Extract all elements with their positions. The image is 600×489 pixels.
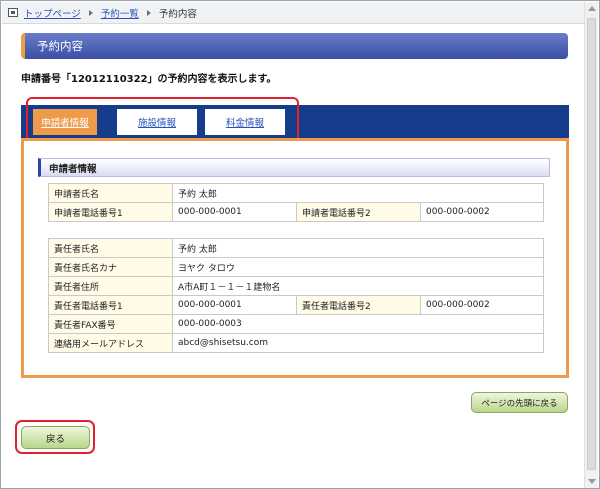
home-icon [8, 8, 18, 17]
responsible-fax-label: 責任者FAX番号 [48, 314, 173, 334]
tabs-highlight-box [26, 97, 299, 142]
applicant-name-label: 申請者氏名 [48, 183, 173, 203]
responsible-name-label: 責任者氏名 [48, 238, 173, 258]
responsible-phone2-label: 責任者電話番号2 [296, 295, 421, 315]
breadcrumb: トップページ 予約一覧 予約内容 [2, 2, 585, 24]
responsible-address-value: A市A町１－１－１建物名 [172, 276, 544, 296]
responsible-table: 責任者氏名 予約 太郎 責任者氏名カナ ヨヤク タロウ 責任者住所 A市A町１－… [48, 238, 544, 353]
applicant-phone1-value: 000-000-0001 [172, 202, 297, 222]
responsible-kana-value: ヨヤク タロウ [172, 257, 544, 277]
table-row: 連絡用メールアドレス abcd@shisetsu.com [48, 333, 544, 353]
content-panel: 申請者情報 申請者氏名 予約 太郎 申請者電話番号1 000-000-0001 … [21, 138, 569, 378]
vertical-scrollbar[interactable] [584, 2, 598, 488]
scroll-down-icon[interactable] [588, 479, 596, 484]
table-row: 責任者FAX番号 000-000-0003 [48, 314, 544, 334]
responsible-email-label: 連絡用メールアドレス [48, 333, 173, 353]
applicant-phone2-value: 000-000-0002 [420, 202, 544, 222]
responsible-phone1-label: 責任者電話番号1 [48, 295, 173, 315]
responsible-kana-label: 責任者氏名カナ [48, 257, 173, 277]
applicant-phone1-label: 申請者電話番号1 [48, 202, 173, 222]
responsible-fax-value: 000-000-0003 [172, 314, 544, 334]
table-row: 申請者氏名 予約 太郎 [48, 183, 544, 203]
responsible-name-value: 予約 太郎 [172, 238, 544, 258]
back-highlight-box [15, 420, 95, 454]
scroll-up-icon[interactable] [588, 6, 596, 11]
chevron-right-icon [88, 9, 93, 16]
applicant-table: 申請者氏名 予約 太郎 申請者電話番号1 000-000-0001 申請者電話番… [48, 183, 544, 222]
table-row: 責任者氏名 予約 太郎 [48, 238, 544, 258]
responsible-email-value: abcd@shisetsu.com [172, 333, 544, 353]
chevron-right-icon [146, 9, 151, 16]
breadcrumb-current: 予約内容 [158, 8, 197, 20]
breadcrumb-home-link[interactable]: トップページ [24, 6, 81, 20]
responsible-address-label: 責任者住所 [48, 276, 173, 296]
applicant-name-value: 予約 太郎 [172, 183, 544, 203]
page-top-button[interactable]: ページの先頭に戻る [471, 392, 568, 413]
responsible-phone2-value: 000-000-0002 [420, 295, 544, 315]
scroll-thumb[interactable] [587, 18, 596, 470]
page-title: 予約内容 [21, 33, 568, 59]
table-row: 責任者住所 A市A町１－１－１建物名 [48, 276, 544, 296]
table-row: 申請者電話番号1 000-000-0001 申請者電話番号2 000-000-0… [48, 202, 544, 222]
table-row: 責任者氏名カナ ヨヤク タロウ [48, 257, 544, 277]
intro-text: 申請番号「12012110322」の予約内容を表示します。 [21, 74, 277, 85]
responsible-phone1-value: 000-000-0001 [172, 295, 297, 315]
applicant-phone2-label: 申請者電話番号2 [296, 202, 421, 222]
section-title: 申請者情報 [38, 158, 550, 177]
breadcrumb-list-link[interactable]: 予約一覧 [101, 6, 139, 20]
table-row: 責任者電話番号1 000-000-0001 責任者電話番号2 000-000-0… [48, 295, 544, 315]
